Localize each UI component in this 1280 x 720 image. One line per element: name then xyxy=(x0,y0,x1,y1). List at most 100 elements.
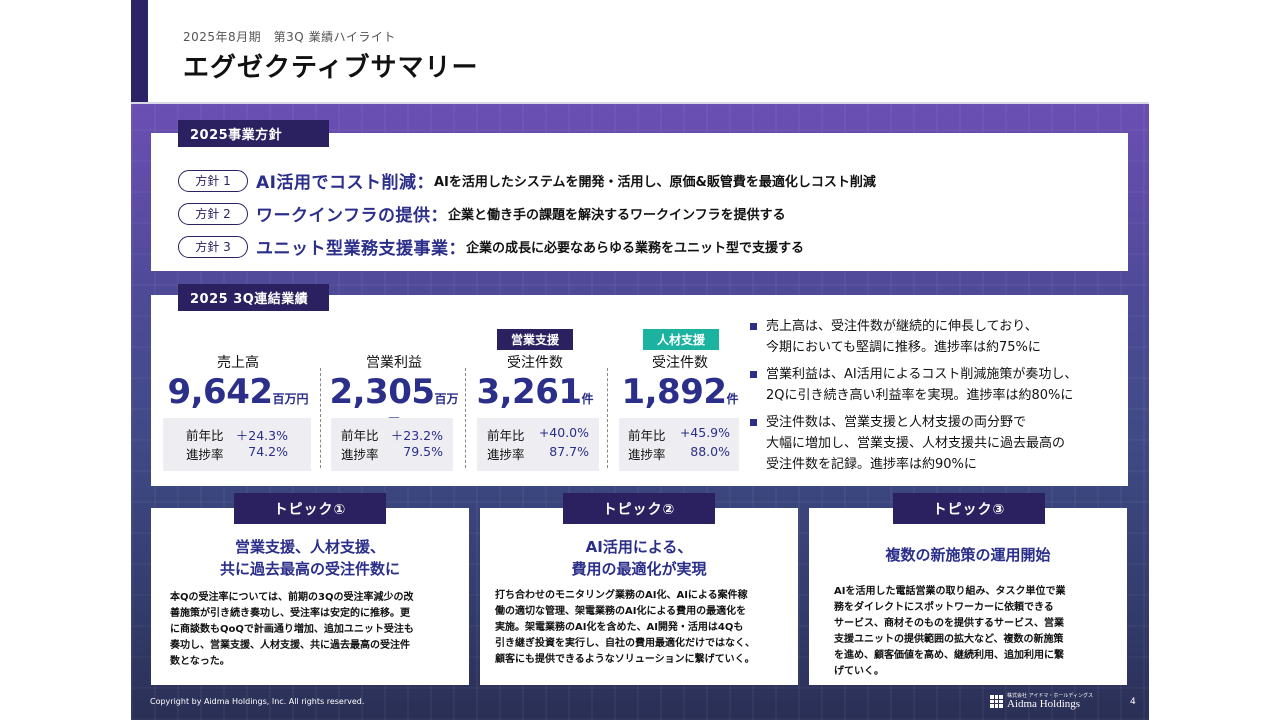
policy-title: ワークインフラの提供： xyxy=(256,206,448,226)
policy-pill: 方針 2 xyxy=(178,202,248,225)
kpi-unit: 件 xyxy=(726,392,739,406)
yoy-label: 前年比 xyxy=(186,428,224,443)
yoy-value: ＋23.2% xyxy=(390,428,443,443)
bullet-orders: 受注件数は、営業支援と人材支援の両分野で大幅に増加し、営業支援、人材支援共に過去… xyxy=(750,412,1122,475)
topic-body-line: げていく。 xyxy=(834,666,884,677)
progress-value: 88.0% xyxy=(690,444,730,459)
kpi-value: 3,261 xyxy=(476,372,582,412)
bullet-square-icon xyxy=(750,419,757,426)
policy-item-2: 方針 2 ワークインフラの提供： 企業と働き手の課題を解決するワークインフラを提… xyxy=(178,201,786,226)
topic-body: 本Qの受注率については、前期の3Qの受注率減少の改 善施策が引き続き奏功し、受注… xyxy=(170,590,460,670)
page-subtitle: 2025年8月期 第3Q 業績ハイライト xyxy=(183,30,396,44)
yoy-label: 前年比 xyxy=(341,428,379,443)
topic-body-line: 本Qの受注率については、前期の3Qの受注率減少の改 xyxy=(170,592,414,603)
page-number: 4 xyxy=(1130,697,1136,707)
badge-hr-support: 人材支援 xyxy=(643,329,719,350)
topic-card-1: 営業支援、人材支援、 共に過去最高の受注件数に 本Qの受注率については、前期の3… xyxy=(151,508,469,685)
topic-heading-line: 営業支援、人材支援、 xyxy=(234,538,385,556)
yoy-value: +40.0% xyxy=(538,425,589,440)
bullet-operating-profit: 営業利益は、AI活用によるコスト削減施策が奏功し、 2Qに引き続き高い利益率を実現… xyxy=(750,364,1122,406)
kpi-orders-sales: 受注件数 3,261件 xyxy=(472,352,598,412)
topic-body-line: 善施策が引き続き奏功し、受注率は安定的に推移。更 xyxy=(170,608,410,619)
topic-heading-line: AI活用による、 xyxy=(585,538,693,556)
badge-sales-support: 営業支援 xyxy=(497,329,573,350)
bullet-line: 今期においても堅調に推移。進捗率は約75%に xyxy=(766,340,1041,355)
yoy-label: 前年比 xyxy=(487,428,525,443)
kpi-divider xyxy=(320,368,321,468)
progress-label: 進捗率 xyxy=(341,447,379,462)
kpi-revenue: 売上高 9,642百万円 xyxy=(163,352,313,412)
kpi-divider xyxy=(607,368,608,468)
kpi-label: 受注件数 xyxy=(507,355,563,371)
bullet-square-icon xyxy=(750,323,757,330)
kpi-value: 9,642 xyxy=(167,372,273,412)
topic-body-line: 引き継ぎ投資を実行し、自社の費用最適化だけではなく、 xyxy=(495,638,755,649)
progress-label: 進捗率 xyxy=(487,447,525,462)
topic-body-line: 顧客にも提供できるようなソリューションに繋げていく。 xyxy=(495,654,755,665)
bullet-revenue: 売上高は、受注件数が継続的に伸長しており、 今期においても堅調に推移。進捗率は約7… xyxy=(750,316,1122,358)
progress-label: 進捗率 xyxy=(186,447,224,462)
kpi-orders-hr: 受注件数 1,892件 xyxy=(616,352,744,412)
topic-heading-line: 費用の最適化が実現 xyxy=(571,560,707,578)
topic-body-line: 打ち合わせのモニタリング業務のAI化、AIによる案件稼 xyxy=(495,590,748,601)
bullet-line: 大幅に増加し、営業支援、人材支援共に過去最高の xyxy=(766,436,1066,451)
topic-heading-line: 共に過去最高の受注件数に xyxy=(219,560,400,578)
topic-body-line: 働の適切な管理、架電業務のAI化による費用の最適化を xyxy=(495,606,747,617)
logo-mark-icon xyxy=(990,695,1003,708)
progress-value: 74.2% xyxy=(248,444,288,459)
header-accent-bar xyxy=(131,0,148,103)
kpi-stats-revenue: 前年比 ＋24.3% 進捗率 74.2% xyxy=(163,418,311,471)
topic-tab-3: トピック③ xyxy=(893,493,1045,524)
logo-company-name: Aidma Holdings xyxy=(1007,698,1081,710)
topic-body: AIを活用した電話営業の取り組み、タスク単位で業 務をダイレクトにスポットワーカ… xyxy=(834,584,1119,680)
copyright: Copyright by Aidma Holdings, Inc. All ri… xyxy=(150,697,365,706)
topic-body-line: サービス、商材そのものを提供するサービス、営業 xyxy=(834,618,1064,629)
bullet-line: 営業利益は、AI活用によるコスト削減施策が奏功し、 xyxy=(766,367,1078,382)
topic-body: 打ち合わせのモニタリング業務のAI化、AIによる案件稼 働の適切な管理、架電業務… xyxy=(495,588,793,668)
policy-desc: AIを活用したシステムを開発・活用し、原価&販管費を最適化しコスト削減 xyxy=(433,175,876,190)
kpi-stats-operating-profit: 前年比 ＋23.2% 進捗率 79.5% xyxy=(331,418,453,471)
topic-heading-line: 複数の新施策の運用開始 xyxy=(885,546,1051,564)
topic-card-2: AI活用による、 費用の最適化が実現 打ち合わせのモニタリング業務のAI化、AI… xyxy=(480,508,798,685)
topic-tab-1: トピック① xyxy=(234,493,386,524)
kpi-stats-orders-hr: 前年比 +45.9% 進捗率 88.0% xyxy=(619,418,739,471)
kpi-divider xyxy=(465,368,466,468)
policy-pill: 方針 1 xyxy=(178,169,248,192)
bullet-line: 2Qに引き続き高い利益率を実現。進捗率は約80%に xyxy=(766,388,1074,403)
yoy-value: +45.9% xyxy=(679,425,730,440)
policy-title: ユニット型業務支援事業： xyxy=(256,239,466,259)
policy-tab: 2025事業方針 xyxy=(178,120,329,147)
progress-value: 79.5% xyxy=(403,444,443,459)
page-title: エグゼクティブサマリー xyxy=(183,53,479,83)
topic-body-line: に商談数もQoQで計画通り増加、追加ユニット受注も xyxy=(170,624,414,635)
kpi-label: 受注件数 xyxy=(652,355,708,371)
policy-title: AI活用でコスト削減： xyxy=(256,173,434,193)
bullet-line: 売上高は、受注件数が継続的に伸長しており、 xyxy=(766,319,1038,334)
topic-body-line: 支援ユニットの提供範囲の拡大など、複数の新施策 xyxy=(834,634,1064,645)
topic-heading: 営業支援、人材支援、 共に過去最高の受注件数に xyxy=(151,536,469,580)
kpi-unit: 件 xyxy=(581,392,594,406)
topic-body-line: 数となった。 xyxy=(170,656,230,667)
policy-desc: 企業と働き手の課題を解決するワークインフラを提供する xyxy=(448,208,786,223)
policy-pill: 方針 3 xyxy=(178,235,248,258)
yoy-label: 前年比 xyxy=(628,428,666,443)
kpi-value: 2,305 xyxy=(329,372,435,412)
topic-tab-2: トピック② xyxy=(563,493,715,524)
kpi-stats-orders-sales: 前年比 +40.0% 進捗率 87.7% xyxy=(477,418,599,471)
bullet-line: 受注件数は、営業支援と人材支援の両分野で xyxy=(766,415,1027,430)
bullet-square-icon xyxy=(750,371,757,378)
company-logo: 株式会社 アイドマ・ホールディングス Aidma Holdings xyxy=(990,693,1093,710)
policy-item-1: 方針 1 AI活用でコスト削減： AIを活用したシステムを開発・活用し、原価&販… xyxy=(178,168,876,193)
bullet-line: 受注件数を記録。進捗率は約90%に xyxy=(766,457,977,472)
topic-body-line: を進め、顧客価値を高め、継続利用、追加利用に繋 xyxy=(834,650,1064,661)
policy-item-3: 方針 3 ユニット型業務支援事業： 企業の成長に必要なあらゆる業務をユニット型で… xyxy=(178,234,804,259)
topic-card-3: 複数の新施策の運用開始 AIを活用した電話営業の取り組み、タスク単位で業 務をダ… xyxy=(809,508,1127,685)
progress-label: 進捗率 xyxy=(628,447,666,462)
results-tab: 2025 3Q連結業績 xyxy=(178,284,329,311)
kpi-value: 1,892 xyxy=(621,372,727,412)
progress-value: 87.7% xyxy=(549,444,589,459)
topic-heading: 複数の新施策の運用開始 xyxy=(809,544,1127,566)
kpi-label: 営業利益 xyxy=(366,355,422,371)
policy-desc: 企業の成長に必要なあらゆる業務をユニット型で支援する xyxy=(466,241,805,256)
yoy-value: ＋24.3% xyxy=(235,428,288,443)
